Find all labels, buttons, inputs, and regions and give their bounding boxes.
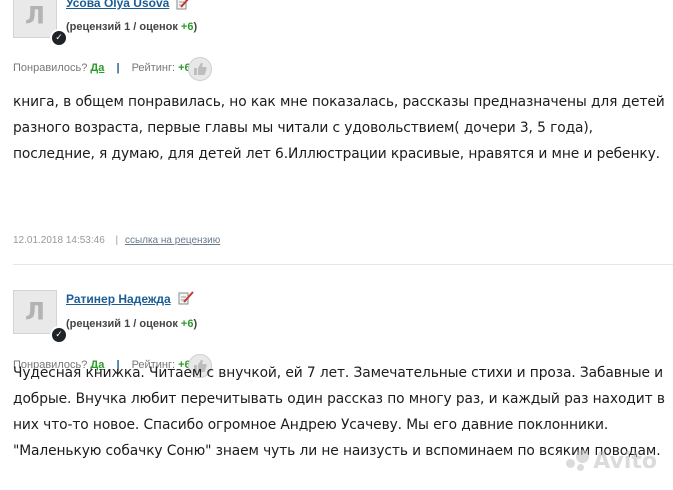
watermark-text: Avito [593,449,657,474]
avito-watermark: Avito [566,449,657,474]
rating-label: Рейтинг: [131,62,176,74]
avatar-letter: Л [25,297,45,326]
stats-score: +6 [180,318,194,330]
review-divider [13,264,673,265]
avatar[interactable]: Л [13,290,57,334]
stats-suffix: ) [193,318,198,330]
review-date: 12.01.2018 14:53:46 [13,235,105,246]
reviewer-stats: (рецензий 1 / оценок +6) [66,21,197,33]
separator: | [116,62,120,74]
like-rating-bar: Понравилось? Да | Рейтинг: +6 [13,62,191,74]
review-text: книга, в общем понравилась, но как мне п… [13,94,665,162]
thumbs-up-icon[interactable] [188,57,212,81]
stats-score: +6 [180,21,194,33]
stats-prefix: (рецензий 1 / оценок [66,21,181,33]
review-permalink[interactable]: ссылка на рецензию [125,235,220,246]
liked-label: Понравилось? [13,62,88,74]
pencil-edit-icon[interactable] [178,291,194,305]
avito-logo-icon [566,450,590,472]
stats-prefix: (рецензий 1 / оценок [66,318,181,330]
author-link[interactable]: Ратинер Надежда [66,292,171,306]
liked-yes-link[interactable]: Да [90,62,104,74]
stats-suffix: ) [193,21,198,33]
reviewer-stats: (рецензий 1 / оценок +6) [66,318,197,330]
author-link[interactable]: Усова Olya Usova [66,0,169,10]
avatar-letter: Л [25,1,45,30]
review-footer: 12.01.2018 14:53:46 | ссылка на рецензию [13,235,220,246]
footer-separator: | [115,235,119,246]
pencil-edit-icon[interactable] [176,0,190,10]
